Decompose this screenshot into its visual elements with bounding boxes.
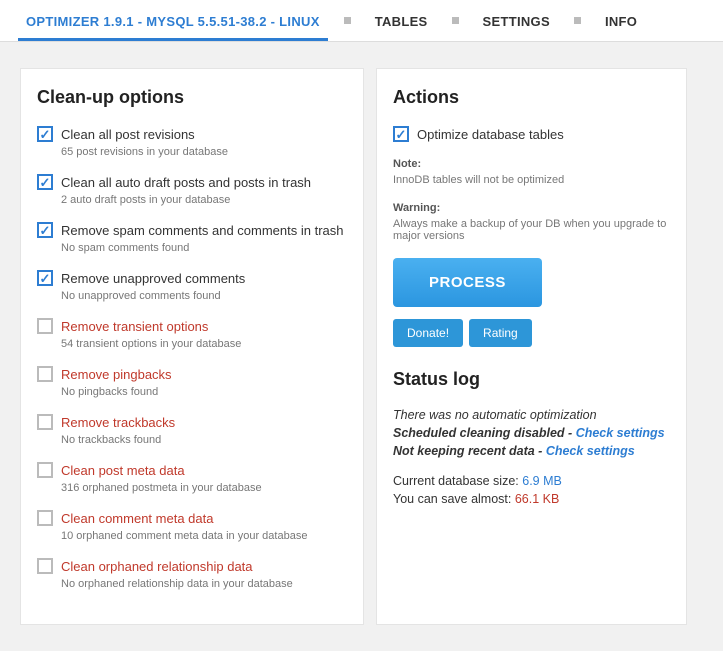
cleanup-option-sub: 316 orphaned postmeta in your database — [61, 482, 347, 494]
cleanup-checkbox[interactable] — [37, 174, 53, 190]
cleanup-option: Clean post meta data 316 orphaned postmet… — [37, 462, 347, 494]
save-value: 66.1 KB — [515, 492, 559, 506]
cleanup-option-sub: No trackbacks found — [61, 434, 347, 446]
cleanup-panel: Clean-up options Clean all post revision… — [20, 68, 364, 625]
cleanup-option-sub: No orphaned relationship data in your da… — [61, 578, 347, 590]
donate-button[interactable]: Donate! — [393, 319, 463, 347]
tab-separator — [574, 17, 581, 24]
cleanup-option: Remove unapproved comments No unapproved … — [37, 270, 347, 302]
cleanup-option-label: Clean comment meta data — [61, 511, 213, 526]
cleanup-checkbox[interactable] — [37, 414, 53, 430]
cleanup-checkbox[interactable] — [37, 318, 53, 334]
cleanup-heading: Clean-up options — [37, 87, 347, 108]
actions-panel: Actions Optimize database tables Note: I… — [376, 68, 687, 625]
cleanup-option: Clean orphaned relationship data No orpha… — [37, 558, 347, 590]
db-size-value: 6.9 MB — [522, 474, 562, 488]
optimize-checkbox[interactable] — [393, 126, 409, 142]
cleanup-option-sub: 2 auto draft posts in your database — [61, 194, 347, 206]
cleanup-checkbox[interactable] — [37, 126, 53, 142]
cleanup-option-label: Clean all post revisions — [61, 127, 195, 142]
status-heading: Status log — [393, 369, 670, 390]
cleanup-option: Remove trackbacks No trackbacks found — [37, 414, 347, 446]
cleanup-option-label: Remove transient options — [61, 319, 208, 334]
actions-heading: Actions — [393, 87, 670, 108]
cleanup-option-sub: 54 transient options in your database — [61, 338, 347, 350]
tab-tables[interactable]: TABLES — [367, 0, 436, 41]
note-text: InnoDB tables will not be optimized — [393, 174, 670, 186]
cleanup-option-label: Clean all auto draft posts and posts in … — [61, 175, 311, 190]
status-scheduled: Scheduled cleaning disabled - Check sett… — [393, 426, 670, 440]
tab-separator — [344, 17, 351, 24]
cleanup-option: Clean all post revisions 65 post revision… — [37, 126, 347, 158]
cleanup-option-sub: No pingbacks found — [61, 386, 347, 398]
cleanup-option-label: Remove spam comments and comments in tra… — [61, 223, 344, 238]
note-label: Note: — [393, 158, 670, 170]
warning-label: Warning: — [393, 202, 670, 214]
cleanup-checkbox[interactable] — [37, 222, 53, 238]
cleanup-option-sub: No spam comments found — [61, 242, 347, 254]
rating-button[interactable]: Rating — [469, 319, 532, 347]
optimize-label: Optimize database tables — [417, 127, 564, 142]
cleanup-checkbox[interactable] — [37, 270, 53, 286]
status-recent-data: Not keeping recent data - Check settings — [393, 444, 670, 458]
check-settings-link[interactable]: Check settings — [576, 426, 665, 440]
cleanup-checkbox[interactable] — [37, 462, 53, 478]
cleanup-option-label: Remove pingbacks — [61, 367, 172, 382]
cleanup-option-label: Remove trackbacks — [61, 415, 175, 430]
cleanup-option-label: Clean orphaned relationship data — [61, 559, 253, 574]
cleanup-checkbox[interactable] — [37, 366, 53, 382]
db-size-line: Current database size: 6.9 MB — [393, 474, 670, 488]
top-tabs: OPTIMIZER 1.9.1 - MYSQL 5.5.51-38.2 - LI… — [0, 0, 723, 42]
tab-brand[interactable]: OPTIMIZER 1.9.1 - MYSQL 5.5.51-38.2 - LI… — [18, 0, 328, 41]
cleanup-checkbox[interactable] — [37, 510, 53, 526]
cleanup-option: Remove pingbacks No pingbacks found — [37, 366, 347, 398]
process-button[interactable]: PROCESS — [393, 258, 542, 307]
cleanup-checkbox[interactable] — [37, 558, 53, 574]
cleanup-option-sub: No unapproved comments found — [61, 290, 347, 302]
cleanup-option-label: Remove unapproved comments — [61, 271, 245, 286]
check-settings-link[interactable]: Check settings — [546, 444, 635, 458]
tab-settings[interactable]: SETTINGS — [475, 0, 558, 41]
cleanup-option: Clean comment meta data 10 orphaned comme… — [37, 510, 347, 542]
save-line: You can save almost: 66.1 KB — [393, 492, 670, 506]
cleanup-option-sub: 65 post revisions in your database — [61, 146, 347, 158]
cleanup-option: Clean all auto draft posts and posts in … — [37, 174, 347, 206]
tab-separator — [452, 17, 459, 24]
status-no-auto: There was no automatic optimization — [393, 408, 670, 422]
tab-info[interactable]: INFO — [597, 0, 645, 41]
cleanup-option-label: Clean post meta data — [61, 463, 185, 478]
cleanup-option: Remove transient options 54 transient opt… — [37, 318, 347, 350]
cleanup-option: Remove spam comments and comments in tra… — [37, 222, 347, 254]
warning-text: Always make a backup of your DB when you… — [393, 218, 670, 242]
cleanup-option-sub: 10 orphaned comment meta data in your da… — [61, 530, 347, 542]
